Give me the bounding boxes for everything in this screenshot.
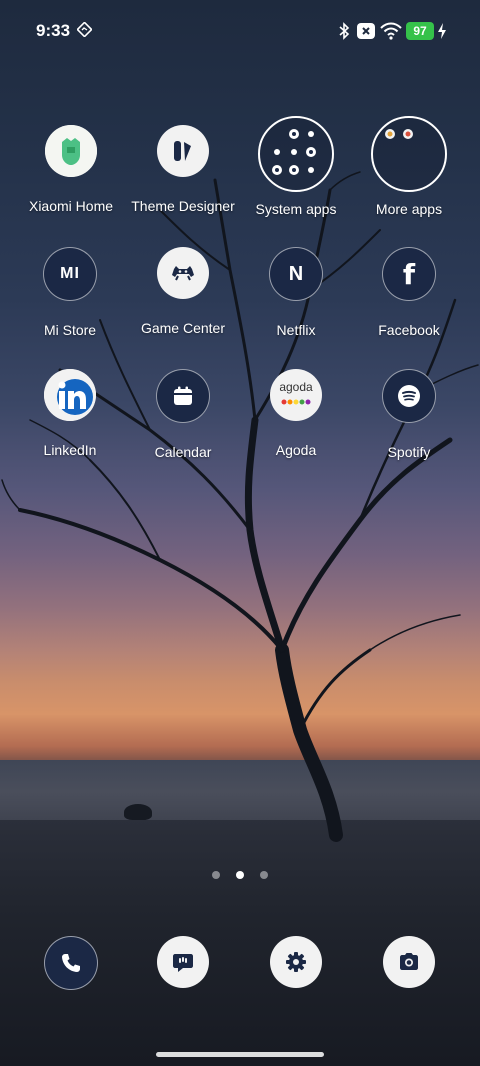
facebook-logo-text: f	[402, 257, 416, 291]
dock-messages-button[interactable]	[157, 936, 209, 988]
agoda-icon: agoda	[270, 369, 322, 421]
mi-store-icon: MI	[43, 247, 97, 301]
page-dot[interactable]	[212, 871, 220, 879]
folder-system-apps[interactable]: System apps	[236, 116, 356, 217]
battery-indicator: 97	[406, 22, 434, 40]
game-center-icon	[157, 247, 209, 299]
more-apps-folder-icon	[371, 116, 447, 192]
mi-logo-text: MI	[60, 265, 80, 282]
status-time: 9:33	[36, 21, 71, 40]
charging-icon	[438, 23, 446, 39]
app-label: System apps	[255, 201, 337, 217]
app-label: Spotify	[387, 444, 431, 460]
app-xiaomi-home[interactable]: Xiaomi Home	[11, 125, 131, 214]
wifi-icon	[380, 22, 402, 40]
app-agoda[interactable]: agoda Agoda	[236, 369, 356, 458]
calendar-icon	[156, 369, 210, 423]
spotify-icon	[382, 369, 436, 423]
app-mi-store[interactable]: MI Mi Store	[10, 247, 130, 338]
app-label: Game Center	[140, 320, 226, 336]
dock-camera-button[interactable]	[383, 936, 435, 988]
folder-more-apps[interactable]: More apps	[349, 116, 469, 217]
app-label: Netflix	[276, 322, 316, 338]
theme-designer-icon	[157, 125, 209, 177]
app-label: Theme Designer	[131, 198, 235, 214]
agoda-logo-text: agoda	[279, 380, 313, 394]
bluetooth-icon	[339, 22, 350, 40]
page-dot[interactable]	[260, 871, 268, 879]
page-dot-active[interactable]	[236, 871, 244, 879]
app-netflix[interactable]: N Netflix	[236, 247, 356, 338]
agoda-dots-icon	[281, 399, 311, 405]
app-label: More apps	[375, 201, 443, 217]
settings-icon	[286, 952, 306, 972]
app-label: Agoda	[275, 442, 317, 458]
app-label: Facebook	[378, 322, 440, 338]
app-linkedin[interactable]: LinkedIn	[10, 369, 130, 458]
netflix-logo-text: N	[288, 262, 304, 285]
app-label: LinkedIn	[43, 442, 97, 458]
xiaomi-home-icon	[45, 125, 97, 177]
status-bar: 9:33 97	[0, 0, 480, 62]
location-icon	[77, 22, 92, 37]
dock-phone-button[interactable]	[44, 936, 98, 990]
app-game-center[interactable]: Game Center	[123, 247, 243, 336]
messages-icon	[173, 954, 193, 972]
netflix-icon: N	[269, 247, 323, 301]
app-label: Mi Store	[43, 322, 97, 338]
facebook-icon: f	[382, 247, 436, 301]
page-indicator[interactable]	[0, 866, 480, 884]
dock-settings-button[interactable]	[270, 936, 322, 988]
app-facebook[interactable]: f Facebook	[349, 247, 469, 338]
camera-icon	[400, 953, 418, 970]
phone-icon	[62, 954, 80, 972]
system-apps-folder-icon	[258, 116, 334, 192]
app-label: Calendar	[154, 444, 212, 460]
battery-level: 97	[413, 24, 427, 38]
app-label: Xiaomi Home	[28, 198, 114, 214]
app-spotify[interactable]: Spotify	[349, 369, 469, 460]
app-calendar[interactable]: Calendar	[123, 369, 243, 460]
no-sim-icon	[357, 23, 375, 39]
home-indicator-bar[interactable]	[156, 1052, 324, 1057]
app-theme-designer[interactable]: Theme Designer	[123, 125, 243, 214]
linkedin-icon	[44, 369, 96, 421]
